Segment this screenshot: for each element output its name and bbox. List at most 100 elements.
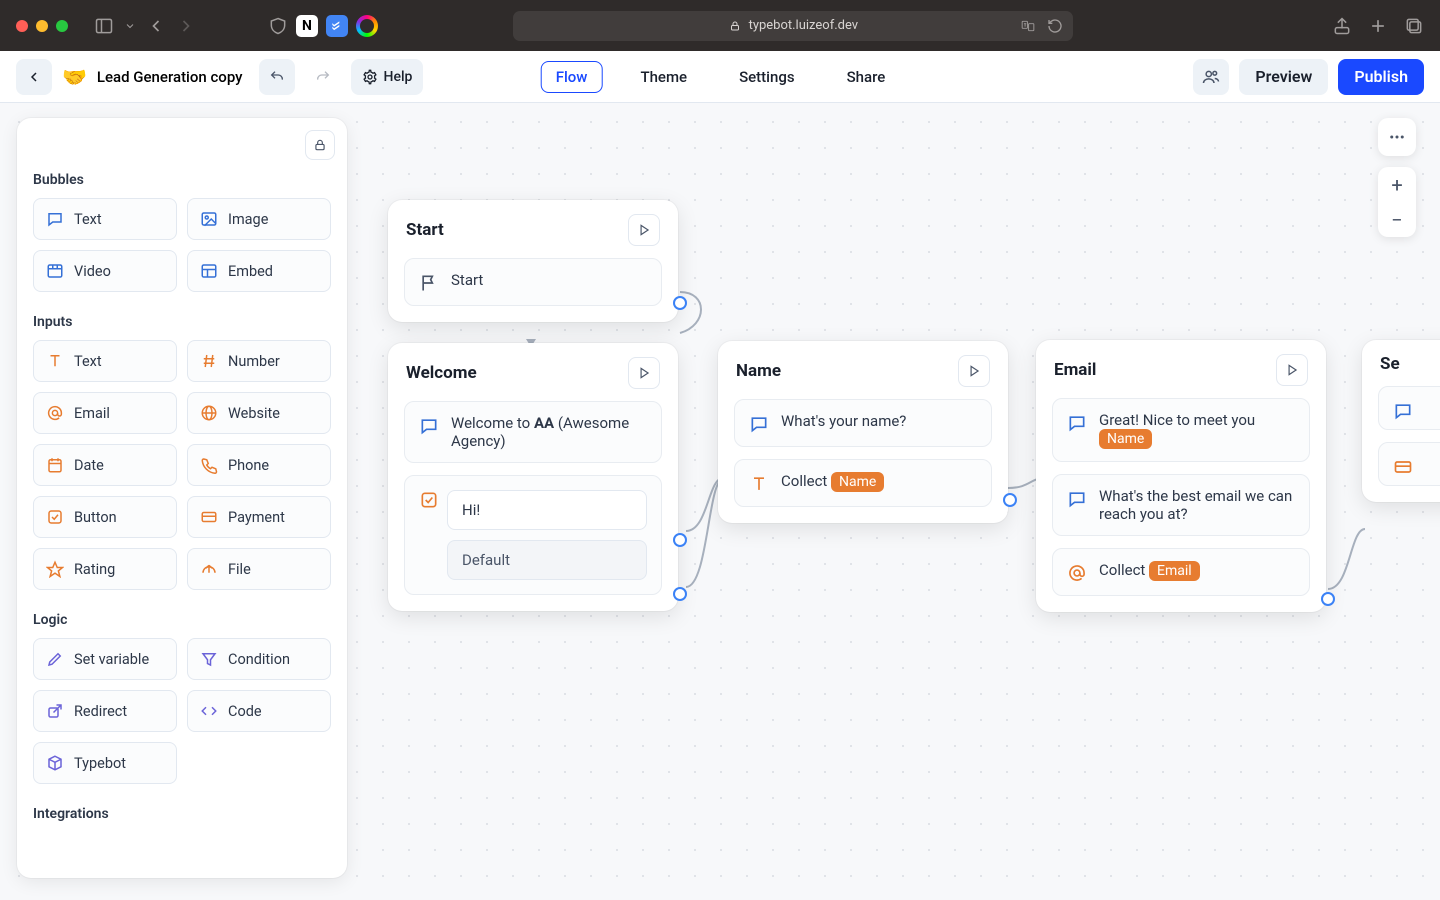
image-icon [200, 210, 218, 228]
node-welcome-title: Welcome [406, 363, 477, 383]
new-tab-icon[interactable] [1368, 16, 1388, 36]
redo-button [305, 59, 341, 95]
block-code[interactable]: Code [187, 690, 331, 732]
chevron-down-icon[interactable] [124, 16, 136, 36]
email-collect-row[interactable]: Collect Email [1052, 548, 1310, 596]
node-start-play-button[interactable] [628, 214, 660, 246]
flag-icon [419, 273, 439, 293]
chat-icon [749, 414, 769, 434]
port-start-out[interactable] [673, 296, 687, 310]
preview-button[interactable]: Preview [1239, 59, 1328, 95]
block-image-bubble[interactable]: Image [187, 198, 331, 240]
zoom-in-button[interactable]: + [1378, 167, 1416, 202]
tab-settings[interactable]: Settings [725, 62, 809, 92]
block-website-input[interactable]: Website [187, 392, 331, 434]
node-peek-title: Se [1380, 354, 1400, 374]
section-integrations-title: Integrations [33, 806, 331, 822]
reload-icon[interactable] [1047, 18, 1063, 34]
block-date-input[interactable]: Date [33, 444, 177, 486]
url-bar[interactable]: typebot.luizeof.dev [513, 11, 1073, 41]
close-window-icon[interactable] [16, 20, 28, 32]
peek-row-2[interactable] [1378, 442, 1440, 486]
port-welcome-out-1[interactable] [673, 533, 687, 547]
block-number-input[interactable]: Number [187, 340, 331, 382]
block-embed-bubble[interactable]: Embed [187, 250, 331, 292]
calendar-icon [46, 456, 64, 474]
collaborators-button[interactable] [1193, 59, 1229, 95]
start-row[interactable]: Start [404, 258, 662, 306]
section-inputs-title: Inputs [33, 314, 331, 330]
node-welcome[interactable]: Welcome Welcome to AA (Awesome Agency) H… [388, 343, 678, 611]
block-button-input[interactable]: Button [33, 496, 177, 538]
help-label: Help [384, 69, 413, 85]
port-name-out[interactable] [1003, 493, 1017, 507]
nav-back-icon[interactable] [146, 16, 166, 36]
tabs-overview-icon[interactable] [1404, 16, 1424, 36]
name-collect-row[interactable]: Collect Name [734, 459, 992, 507]
bot-name[interactable]: Lead Generation copy [97, 68, 243, 86]
translate-icon[interactable] [1019, 19, 1037, 33]
upload-icon [200, 560, 218, 578]
block-file-input[interactable]: File [187, 548, 331, 590]
zoom-controls: + − [1378, 167, 1416, 237]
welcome-text-row[interactable]: Welcome to AA (Awesome Agency) [404, 401, 662, 463]
block-text-input[interactable]: Text [33, 340, 177, 382]
chat-icon [1393, 401, 1413, 421]
block-email-input[interactable]: Email [33, 392, 177, 434]
rainbow-extension-icon[interactable] [356, 15, 378, 37]
tab-flow[interactable]: Flow [541, 61, 603, 93]
shield-icon[interactable] [268, 16, 288, 36]
block-redirect[interactable]: Redirect [33, 690, 177, 732]
welcome-buttons-row[interactable]: Hi! Default [404, 475, 662, 595]
maximize-window-icon[interactable] [56, 20, 68, 32]
block-rating-input[interactable]: Rating [33, 548, 177, 590]
at-icon [1067, 563, 1087, 583]
canvas-more-button[interactable] [1378, 118, 1416, 156]
node-peek[interactable]: Se [1362, 340, 1440, 502]
blocks-sidebar: Bubbles Text Image Video Embed Inputs Te… [17, 118, 347, 878]
header-tabs: Flow Theme Settings Share [541, 61, 900, 93]
back-button[interactable] [16, 59, 52, 95]
lock-sidebar-button[interactable] [305, 130, 335, 160]
flow-canvas[interactable]: + − Bubbles Text Image Video Embed Input… [0, 103, 1440, 900]
video-icon [46, 262, 64, 280]
pencil-icon [46, 650, 64, 668]
port-email-out[interactable] [1321, 592, 1335, 606]
node-welcome-play-button[interactable] [628, 357, 660, 389]
minimize-window-icon[interactable] [36, 20, 48, 32]
block-phone-input[interactable]: Phone [187, 444, 331, 486]
zoom-out-button[interactable]: − [1378, 202, 1416, 237]
bot-emoji[interactable]: 🤝 [62, 65, 87, 89]
block-text-bubble[interactable]: Text [33, 198, 177, 240]
sidebar-toggle-icon[interactable] [94, 16, 114, 36]
help-button[interactable]: Help [351, 59, 424, 95]
name-ask-row[interactable]: What's your name? [734, 399, 992, 447]
block-typebot[interactable]: Typebot [33, 742, 177, 784]
block-set-variable[interactable]: Set variable [33, 638, 177, 680]
share-icon[interactable] [1332, 16, 1352, 36]
block-video-bubble[interactable]: Video [33, 250, 177, 292]
app-header: 🤝 Lead Generation copy Help Flow Theme S… [0, 51, 1440, 103]
node-start[interactable]: Start Start [388, 200, 678, 322]
block-condition[interactable]: Condition [187, 638, 331, 680]
email-ask-row[interactable]: What's the best email we can reach you a… [1052, 474, 1310, 536]
welcome-opt-default[interactable]: Default [447, 540, 647, 580]
section-logic-title: Logic [33, 612, 331, 628]
block-payment-input[interactable]: Payment [187, 496, 331, 538]
email-greet-row[interactable]: Great! Nice to meet you Name [1052, 398, 1310, 462]
node-name-play-button[interactable] [958, 355, 990, 387]
node-name[interactable]: Name What's your name? Collect Name [718, 341, 1008, 523]
at-icon [46, 404, 64, 422]
node-email-play-button[interactable] [1276, 354, 1308, 386]
tab-share[interactable]: Share [833, 62, 900, 92]
welcome-opt-hi[interactable]: Hi! [447, 490, 647, 530]
todoist-extension-icon[interactable] [326, 15, 348, 37]
port-welcome-out-2[interactable] [673, 587, 687, 601]
peek-row-1[interactable] [1378, 386, 1440, 430]
tab-theme[interactable]: Theme [626, 62, 701, 92]
publish-button[interactable]: Publish [1338, 59, 1424, 95]
node-email[interactable]: Email Great! Nice to meet you Name What'… [1036, 340, 1326, 612]
notion-extension-icon[interactable]: N [296, 15, 318, 37]
undo-button[interactable] [259, 59, 295, 95]
chat-icon [1067, 489, 1087, 509]
